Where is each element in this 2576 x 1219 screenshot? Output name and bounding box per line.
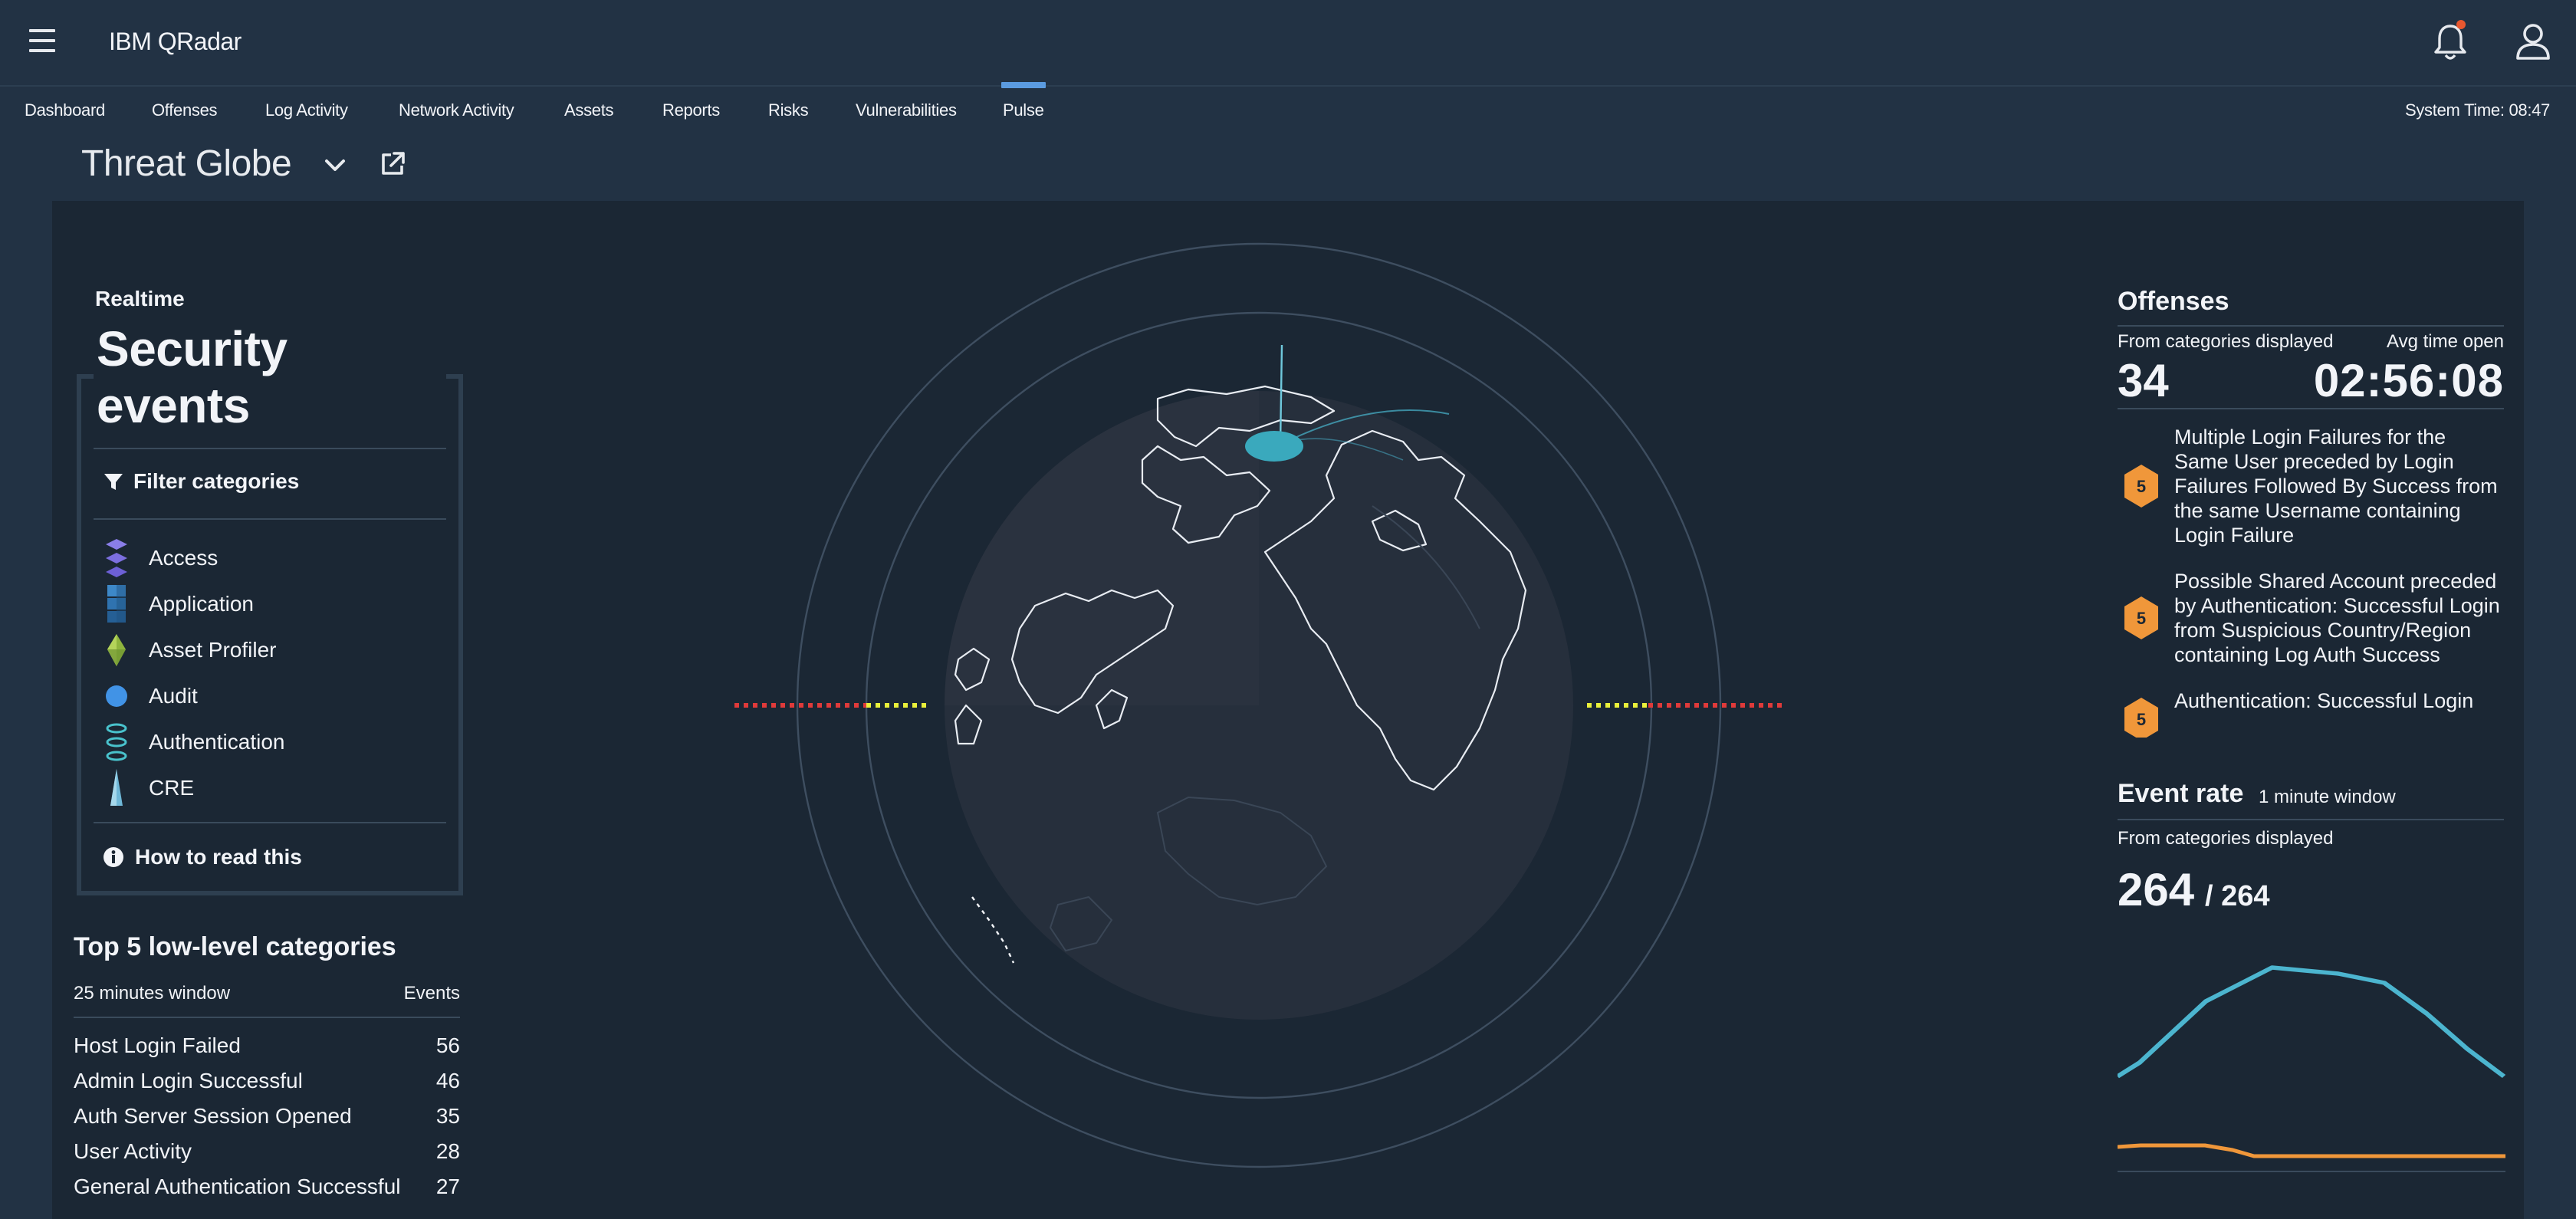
notification-dot — [2456, 20, 2466, 29]
table-row[interactable]: User Activity 28 — [74, 1139, 460, 1175]
svg-text:5: 5 — [2137, 477, 2146, 496]
category-name: Auth Server Session Opened — [74, 1104, 352, 1128]
divider — [94, 448, 446, 449]
tab-log-activity[interactable]: Log Activity — [265, 100, 348, 120]
threat-globe[interactable] — [728, 230, 1802, 1196]
event-rate-title: Event rate — [2118, 779, 2244, 808]
event-count: 46 — [435, 1069, 460, 1092]
avg-time-label: Avg time open — [2387, 331, 2504, 352]
top5-header: 25 minutes window Events — [74, 983, 460, 1018]
events-column-label: Events — [403, 983, 460, 1004]
event-rate-line-orange — [2118, 1143, 2505, 1158]
table-row[interactable]: Auth Server Session Opened 35 — [74, 1104, 460, 1139]
system-time: System Time: 08:47 — [2404, 100, 2550, 120]
event-count: 28 — [435, 1139, 460, 1163]
event-rate-value: 264 — [2118, 864, 2195, 915]
filter-categories-label: Filter categories — [133, 469, 300, 493]
category-cre[interactable]: CRE — [103, 769, 194, 806]
cubes-icon — [107, 585, 126, 623]
category-authentication[interactable]: Authentication — [103, 723, 284, 761]
stacked-diamonds-icon — [106, 539, 127, 577]
table-row[interactable]: General Authentication Successful 27 — [74, 1175, 460, 1210]
main-nav: Dashboard Offenses Log Activity Network … — [0, 82, 2576, 136]
table-row[interactable]: Admin Login Successful 46 — [74, 1069, 460, 1104]
category-application[interactable]: Application — [103, 585, 254, 623]
offense-item[interactable]: 5 Multiple Login Failures for the Same U… — [2118, 425, 2504, 547]
category-name: Host Login Failed — [74, 1033, 241, 1057]
tab-assets[interactable]: Assets — [564, 100, 614, 120]
event-count: 27 — [435, 1175, 460, 1198]
rings-icon — [106, 723, 127, 761]
event-rate-line-blue — [2118, 965, 2505, 1079]
svg-text:5: 5 — [2137, 710, 2146, 729]
crystal-icon — [107, 634, 126, 666]
antarctica-coast — [971, 896, 1015, 964]
hamburger-menu-icon[interactable] — [29, 29, 55, 52]
divider — [2118, 408, 2504, 409]
filter-categories-button[interactable]: Filter categories — [103, 469, 299, 494]
event-count: 56 — [435, 1033, 460, 1057]
severity-hexagon-icon: 5 — [2124, 465, 2158, 508]
offense-description: Authentication: Successful Login — [2174, 689, 2474, 712]
svg-text:5: 5 — [2137, 609, 2146, 628]
realtime-label: Realtime — [95, 287, 185, 310]
category-access[interactable]: Access — [103, 539, 218, 577]
divider — [2118, 819, 2504, 820]
offense-description: Possible Shared Account preceded by Auth… — [2174, 570, 2500, 666]
offense-description: Multiple Login Failures for the Same Use… — [2174, 426, 2498, 547]
event-rate-sub-label: From categories displayed — [2118, 828, 2334, 849]
severity-hexagon-icon: 5 — [2124, 596, 2158, 639]
spike-icon — [110, 769, 123, 806]
filter-icon — [104, 474, 123, 490]
category-name: User Activity — [74, 1139, 192, 1163]
tab-pulse[interactable]: Pulse — [1001, 82, 1046, 120]
top-bar: IBM QRadar — [0, 0, 2576, 87]
tab-dashboard[interactable]: Dashboard — [25, 100, 105, 120]
table-row[interactable]: Host Login Failed 56 — [74, 1033, 460, 1069]
offense-item[interactable]: 5 Possible Shared Account preceded by Au… — [2118, 569, 2504, 667]
authentication-hotspot[interactable] — [1245, 431, 1303, 462]
divider — [2118, 325, 2504, 327]
app-title: IBM QRadar — [109, 28, 242, 55]
tab-risks[interactable]: Risks — [768, 100, 809, 120]
category-audit[interactable]: Audit — [103, 681, 198, 711]
event-rate-window: 1 minute window — [2259, 787, 2396, 807]
window-label: 25 minutes window — [74, 983, 231, 1004]
popout-icon[interactable] — [379, 150, 406, 178]
event-count: 35 — [435, 1104, 460, 1128]
tab-network-activity[interactable]: Network Activity — [399, 100, 514, 120]
divider — [94, 518, 446, 520]
event-rate-chart — [2118, 965, 2505, 1172]
tab-reports[interactable]: Reports — [662, 100, 720, 120]
circle-icon — [106, 685, 127, 707]
how-to-read-link[interactable]: How to read this — [103, 845, 302, 869]
event-rate-total: / 264 — [2205, 880, 2270, 912]
how-to-read-label: How to read this — [135, 845, 302, 869]
bell-icon[interactable] — [2427, 18, 2473, 64]
severity-hexagon-icon: 5 — [2124, 698, 2158, 738]
offenses-sub-label: From categories displayed — [2118, 331, 2334, 352]
user-icon[interactable] — [2510, 18, 2556, 64]
category-name: Admin Login Successful — [74, 1069, 303, 1092]
category-asset-profiler[interactable]: Asset Profiler — [103, 634, 277, 666]
page-title: Threat Globe — [81, 143, 292, 184]
avg-time-open: 02:56:08 — [2313, 355, 2504, 406]
chevron-down-icon[interactable] — [322, 153, 348, 176]
info-icon — [104, 847, 123, 867]
offenses-title: Offenses — [2118, 287, 2229, 316]
tab-vulnerabilities[interactable]: Vulnerabilities — [856, 100, 957, 120]
category-name: General Authentication Successful — [74, 1175, 401, 1198]
offense-count: 34 — [2118, 355, 2169, 406]
divider — [94, 822, 446, 823]
offense-item[interactable]: 5 Authentication: Successful Login — [2118, 688, 2504, 738]
offense-list[interactable]: 5 Multiple Login Failures for the Same U… — [2118, 425, 2504, 738]
top5-title: Top 5 low-level categories — [74, 932, 396, 961]
tab-offenses[interactable]: Offenses — [152, 100, 218, 120]
